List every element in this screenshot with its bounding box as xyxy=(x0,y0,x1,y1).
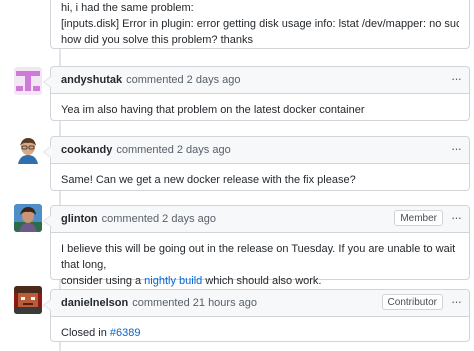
comment-body: Same! Can we get a new docker release wi… xyxy=(61,174,356,186)
comment-author[interactable]: cookandy xyxy=(61,144,112,156)
comment-box: glinton commented 2 days ago Member ··· … xyxy=(43,205,470,287)
comment-header: andyshutak commented 2 days ago ··· xyxy=(51,67,469,94)
comment-box: cookandy commented 2 days ago ··· Same! … xyxy=(43,136,470,191)
kebab-horizontal-icon[interactable]: ··· xyxy=(449,142,463,157)
comment-timestamp[interactable]: commented 2 days ago xyxy=(102,213,216,225)
member-badge: Member xyxy=(394,210,443,226)
comment-text: which should also work. xyxy=(202,275,322,287)
issue-comment-body: hi, i had the same problem: [inputs.disk… xyxy=(50,0,470,49)
contributor-badge: Contributor xyxy=(381,294,443,310)
nightly-build-link[interactable]: nightly build xyxy=(144,275,202,287)
kebab-horizontal-icon[interactable]: ··· xyxy=(449,72,463,87)
avatar[interactable] xyxy=(14,136,42,164)
comment-body: Closed in #6389 xyxy=(51,317,469,341)
comment-body: I believe this will be going out in the … xyxy=(51,233,469,289)
comment-box: andyshutak commented 2 days ago ··· Yea … xyxy=(43,66,470,121)
avatar[interactable] xyxy=(14,67,42,95)
comment-text-line: I believe this will be going out in the … xyxy=(61,243,456,271)
comment-timestamp[interactable]: commented 21 hours ago xyxy=(132,297,257,309)
comment-text-line: consider using a nightly build which sho… xyxy=(61,273,459,289)
comment-header: glinton commented 2 days ago Member ··· xyxy=(51,206,469,233)
comment-text-line: how did you solve this problem? thanks xyxy=(61,34,253,46)
comment-text: Closed in xyxy=(61,327,110,339)
comment-body: Yea im also having that problem on the l… xyxy=(61,104,365,116)
comment-timestamp[interactable]: commented 2 days ago xyxy=(116,144,230,156)
pull-request-link[interactable]: #6389 xyxy=(110,327,141,339)
comment-header: danielnelson commented 21 hours ago Cont… xyxy=(51,290,469,317)
comment-author[interactable]: andyshutak xyxy=(61,74,122,86)
comment-text: consider using a xyxy=(61,275,145,287)
comment-header: cookandy commented 2 days ago ··· xyxy=(51,137,469,164)
comment-text-line: hi, i had the same problem: xyxy=(61,2,194,14)
avatar[interactable] xyxy=(14,204,42,232)
comment-timestamp[interactable]: commented 2 days ago xyxy=(126,74,240,86)
comment-box: danielnelson commented 21 hours ago Cont… xyxy=(43,289,470,342)
comment-author[interactable]: glinton xyxy=(61,213,98,225)
comment-author[interactable]: danielnelson xyxy=(61,297,128,309)
comment-text-line: [inputs.disk] Error in plugin: error get… xyxy=(61,18,459,30)
kebab-horizontal-icon[interactable]: ··· xyxy=(449,295,463,310)
kebab-horizontal-icon[interactable]: ··· xyxy=(449,211,463,226)
avatar[interactable] xyxy=(14,286,42,314)
